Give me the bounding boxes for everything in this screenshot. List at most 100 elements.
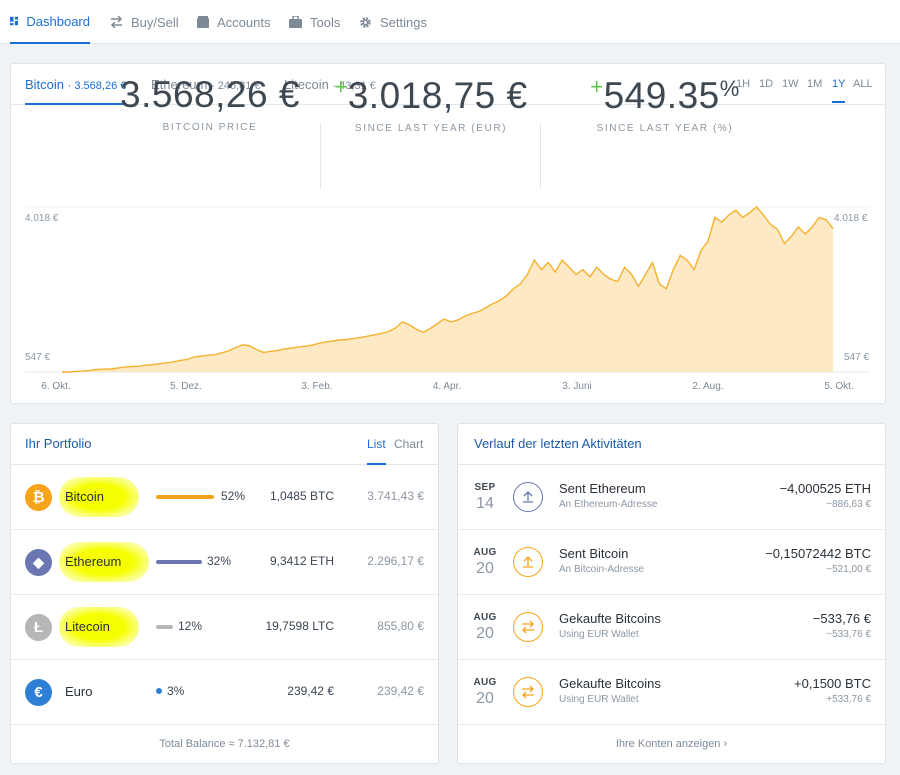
total-balance: Total Balance ≈ 7.132,81 € [159,738,290,750]
tab-bitcoin-name: Bitcoin [25,77,65,92]
send-icon [513,547,543,577]
pct-plus-sign: + [590,74,604,99]
coin-eur-value: 855,80 € [377,619,424,633]
allocation-percent: 32% [207,554,232,568]
x-tick-label: 5. Dez. [170,381,202,392]
nav-dashboard-label: Dashboard [26,13,90,29]
activity-row[interactable]: AUG 20 Gekaufte Bitcoins Using EUR Walle… [458,595,885,660]
coin-amount: 9,3412 ETH [269,554,334,568]
nav-settings-label: Settings [380,14,427,30]
range-all[interactable]: ALL [853,64,873,105]
portfolio-card: Ihr Portfolio List Chart ₿ Bitcoin 52% 1… [10,423,439,764]
activity-amount: −533,76 € [812,611,871,626]
nav-accounts[interactable]: Accounts [197,0,270,44]
coin-eur-value: 2.296,17 € [367,554,424,568]
activity-title: Verlauf der letzten Aktivitäten [474,436,642,451]
activity-subtitle: An Ethereum-Adresse [559,499,658,510]
nav-buy-sell[interactable]: Buy/Sell [110,0,179,44]
nav-accounts-label: Accounts [217,14,271,30]
nav-dashboard[interactable]: Dashboard [10,0,90,44]
dashboard-icon [10,16,19,26]
activity-day: 20 [476,560,494,577]
x-tick-label: 5. Okt. [824,381,854,392]
allocation-percent: 3% [167,684,185,698]
allocation-bar [156,625,173,629]
coin-eur-value: 239,42 € [377,684,424,698]
activity-eur-value: −533,76 € [826,629,871,640]
ethereum-icon: ◆ [25,549,52,576]
exchange-icon [513,612,543,642]
stat-change: +3.018,75 € SINCE LAST YEAR (EUR) [322,74,540,134]
activity-subtitle: Using EUR Wallet [559,694,639,705]
divider [540,124,541,188]
coin-amount: 19,7598 LTC [265,619,335,633]
range-1m[interactable]: 1M [807,64,822,105]
activity-date: SEP 14 [472,482,498,513]
portfolio-row[interactable]: ◆ Ethereum 32% 9,3412 ETH 2.296,17 € [11,530,438,595]
activity-amount: +0,1500 BTC [794,676,871,691]
nav-tools-label: Tools [310,14,341,30]
x-tick-label: 4. Apr. [432,381,462,392]
range-1w[interactable]: 1W [782,64,799,105]
activity-eur-value: −521,00 € [826,564,871,575]
top-navigation: Dashboard Buy/Sell Accounts Tools Settin… [0,0,900,44]
wallet-icon [197,16,209,28]
activity-title-text: Sent Bitcoin [559,546,629,561]
exchange-icon [513,677,543,707]
tab-list[interactable]: List [367,424,386,465]
activity-day: 20 [476,690,494,707]
portfolio-row[interactable]: ₿ Bitcoin 52% 1,0485 BTC 3.741,43 € [11,465,438,530]
activity-eur-value: −886,63 € [826,499,871,510]
activity-month: AUG [473,677,497,688]
allocation-bar [156,688,162,694]
exchange-icon [110,16,123,28]
coin-amount: 239,42 € [287,684,334,698]
litecoin-icon: Ł [25,614,52,641]
activity-subtitle: Using EUR Wallet [559,629,639,640]
stat-price-value: 3.568,26 € [120,74,300,115]
view-accounts-link[interactable]: Ihre Konten anzeigen › [458,738,885,750]
stat-percent: +549.35% SINCE LAST YEAR (%) [560,74,770,134]
x-tick-label: 3. Feb. [301,381,333,392]
nav-tools[interactable]: Tools [289,0,340,44]
activity-day: 20 [476,625,494,642]
coin-eur-value: 3.741,43 € [367,489,424,503]
gear-icon [360,16,371,28]
stat-change-value: 3.018,75 € [347,75,528,116]
activity-row[interactable]: AUG 20 Gekaufte Bitcoins Using EUR Walle… [458,660,885,725]
divider [320,124,321,188]
portfolio-header: Ihr Portfolio List Chart [11,424,438,465]
activity-date: AUG 20 [472,612,498,643]
activity-card: Verlauf der letzten Aktivitäten SEP 14 S… [457,423,886,764]
bitcoin-icon: ₿ [25,484,52,511]
coin-amount: 1,0485 BTC [269,489,334,503]
activity-title-text: Sent Ethereum [559,481,646,496]
portfolio-row[interactable]: € Euro 3% 239,42 € 239,42 € [11,660,438,725]
coin-name: Ethereum [65,554,122,569]
activity-row[interactable]: SEP 14 Sent Ethereum An Ethereum-Adresse… [458,465,885,530]
x-tick-label: 6. Okt. [41,381,71,392]
range-1y[interactable]: 1Y [832,64,846,105]
allocation-bar [156,560,202,564]
activity-header: Verlauf der letzten Aktivitäten [458,424,885,465]
tab-chart[interactable]: Chart [394,424,423,464]
stat-percent-caption: SINCE LAST YEAR (%) [596,123,734,134]
nav-settings[interactable]: Settings [359,0,427,44]
price-area-fill [62,207,833,372]
coin-name: Euro [65,684,93,699]
stat-percent-value: 549.35 [603,75,720,116]
stat-percent-symbol: % [719,76,740,101]
activity-date: AUG 20 [472,547,498,578]
allocation-percent: 12% [178,619,203,633]
activity-title-text: Gekaufte Bitcoins [559,611,661,626]
portfolio-title: Ihr Portfolio [25,436,92,451]
portfolio-row[interactable]: Ł Litecoin 12% 19,7598 LTC 855,80 € [11,595,438,660]
stat-price: 3.568,26 € BITCOIN PRICE [100,74,320,133]
euro-icon: € [25,679,52,706]
x-tick-label: 3. Juni [562,381,592,392]
stat-price-caption: BITCOIN PRICE [162,122,258,133]
activity-row[interactable]: AUG 20 Sent Bitcoin An Bitcoin-Adresse −… [458,530,885,595]
activity-eur-value: +533,76 € [826,694,871,705]
activity-day: 14 [476,495,494,512]
activity-date: AUG 20 [472,677,498,708]
